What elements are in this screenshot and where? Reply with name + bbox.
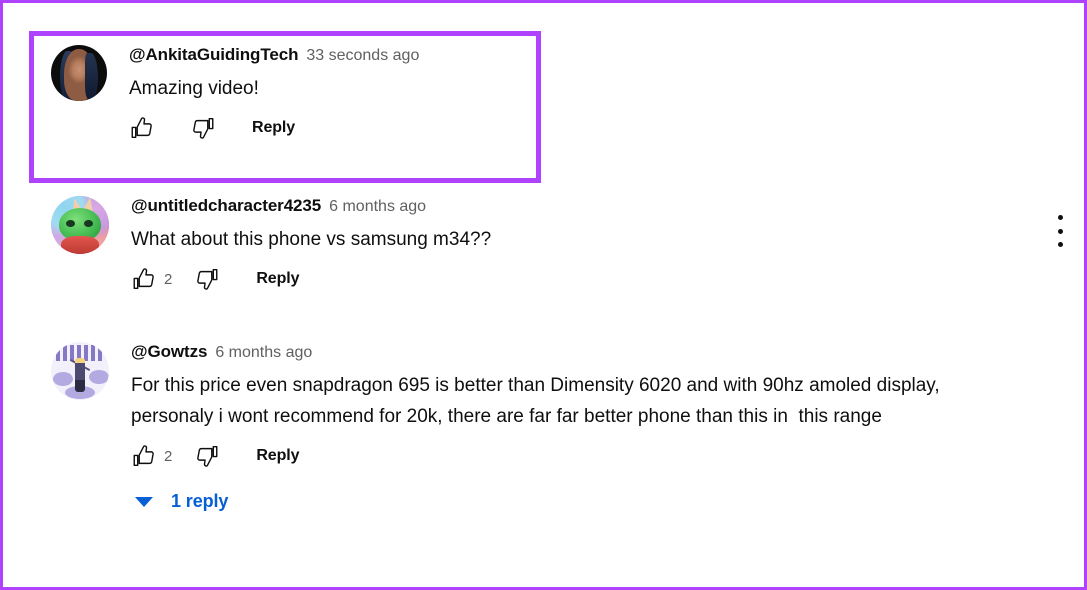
- like-button[interactable]: 2: [131, 443, 172, 469]
- avatar[interactable]: [51, 342, 109, 400]
- thumbs-up-icon: [133, 268, 154, 290]
- replies-count-label: 1 reply: [171, 491, 229, 511]
- screenshot-frame: @AnkitaGuidingTech 33 seconds ago Amazin…: [0, 0, 1087, 590]
- comment-author[interactable]: @AnkitaGuidingTech: [129, 45, 298, 65]
- comment-item: @untitledcharacter4235 6 months ago What…: [3, 196, 491, 292]
- comment-text: For this price even snapdragon 695 is be…: [131, 375, 945, 427]
- dislike-button[interactable]: [194, 266, 220, 292]
- comment-actions: Reply: [129, 115, 536, 141]
- kebab-dot-2: [1057, 228, 1063, 234]
- comment-actions: 2 Reply: [131, 443, 1021, 469]
- comment-text: Amazing video!: [129, 78, 259, 99]
- comment-item-highlighted: @AnkitaGuidingTech 33 seconds ago Amazin…: [29, 31, 541, 183]
- dislike-button[interactable]: [190, 115, 216, 141]
- kebab-dot-3: [1057, 242, 1063, 247]
- comment-actions: 2 Reply: [131, 266, 491, 292]
- comment-author[interactable]: @Gowtzs: [131, 342, 207, 362]
- thumbs-down-icon: [193, 117, 214, 139]
- reply-button[interactable]: Reply: [256, 270, 299, 288]
- comment-body: @Gowtzs 6 months ago For this price even…: [131, 342, 1021, 512]
- comment-timestamp[interactable]: 6 months ago: [215, 344, 312, 362]
- comment-author[interactable]: @untitledcharacter4235: [131, 196, 321, 216]
- reply-button[interactable]: Reply: [256, 447, 299, 465]
- show-replies-button[interactable]: 1 reply: [135, 491, 1021, 512]
- like-button[interactable]: [129, 115, 162, 141]
- comment-timestamp[interactable]: 33 seconds ago: [306, 47, 419, 65]
- kebab-menu-icon[interactable]: [1048, 211, 1072, 251]
- chevron-down-icon: [135, 496, 153, 507]
- comment-timestamp[interactable]: 6 months ago: [329, 198, 426, 216]
- dislike-button[interactable]: [194, 443, 220, 469]
- reply-button[interactable]: Reply: [252, 119, 295, 137]
- comment-body: @untitledcharacter4235 6 months ago What…: [131, 196, 491, 292]
- comment-text: What about this phone vs samsung m34??: [131, 229, 492, 250]
- comment-body: @AnkitaGuidingTech 33 seconds ago Amazin…: [129, 45, 536, 141]
- like-count: 2: [164, 270, 173, 288]
- kebab-dot-1: [1057, 215, 1063, 220]
- avatar-image-untitledcharacter4235: [51, 196, 109, 254]
- comment-header: @Gowtzs 6 months ago: [131, 342, 1021, 362]
- thumbs-down-icon: [197, 268, 218, 290]
- thumbs-up-icon: [133, 445, 154, 467]
- comment-header: @AnkitaGuidingTech 33 seconds ago: [129, 45, 536, 65]
- comment-item: @Gowtzs 6 months ago For this price even…: [3, 342, 1021, 512]
- avatar[interactable]: [51, 45, 107, 101]
- like-count: 2: [164, 447, 173, 465]
- thumbs-up-icon: [131, 117, 152, 139]
- thumbs-down-icon: [197, 445, 218, 467]
- avatar[interactable]: [51, 196, 109, 254]
- comment-header: @untitledcharacter4235 6 months ago: [131, 196, 491, 216]
- like-button[interactable]: 2: [131, 266, 172, 292]
- avatar-image-gowtzs: [51, 342, 109, 400]
- avatar-image-ankitaguidingtech: [51, 45, 107, 101]
